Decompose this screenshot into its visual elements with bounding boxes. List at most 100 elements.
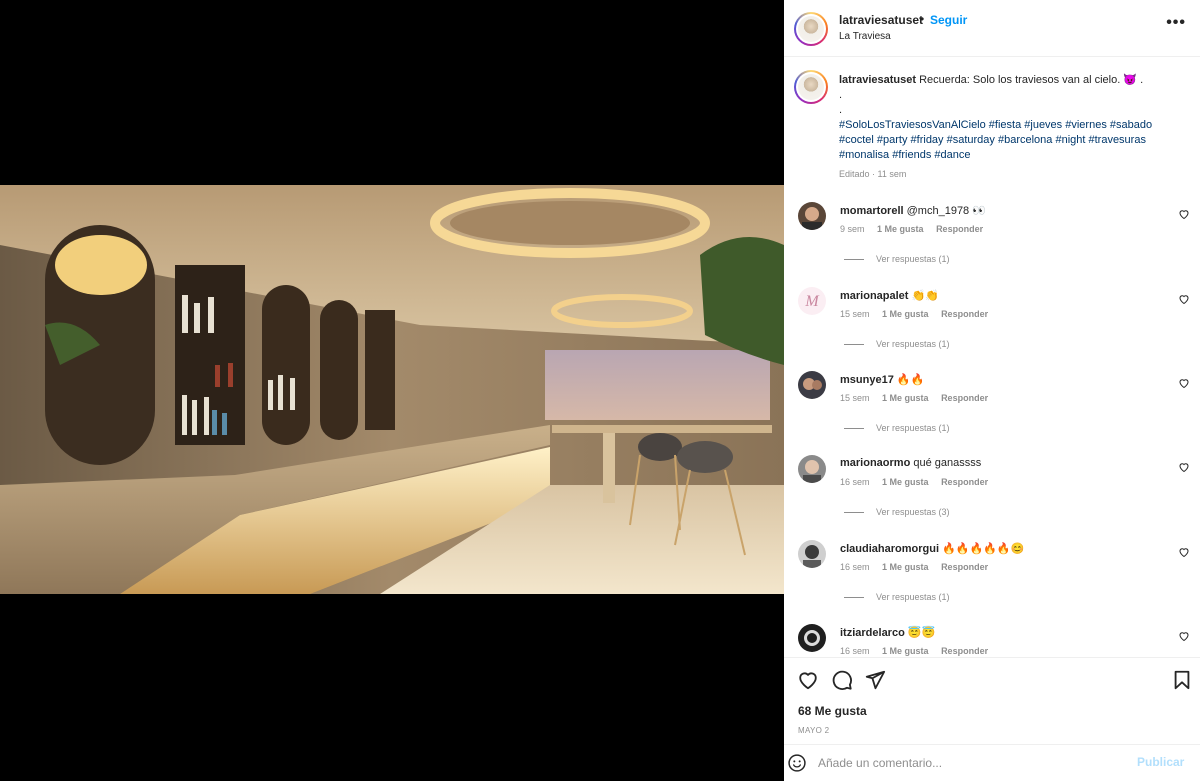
like-heart-icon[interactable] <box>797 669 819 691</box>
caption-dot-2: . <box>839 104 843 116</box>
view-replies-link[interactable]: Ver respuestas (1) <box>844 592 950 602</box>
comment-avatar[interactable] <box>798 455 826 483</box>
comment-text: claudiaharomorgui 🔥🔥🔥🔥🔥😊 <box>840 542 1024 555</box>
comment-time: 9 sem <box>840 224 865 234</box>
comment-input[interactable] <box>818 754 1118 772</box>
comment-text: msunye17 🔥🔥 <box>840 373 924 386</box>
comment-like-heart-icon[interactable] <box>1178 293 1190 305</box>
view-replies-label: Ver respuestas (1) <box>876 423 950 433</box>
reply-button[interactable]: Responder <box>941 646 988 656</box>
svg-text:M: M <box>804 293 820 310</box>
comment-body: qué ganassss <box>913 457 982 469</box>
location-link[interactable]: La Traviesa <box>839 31 891 42</box>
comment-username[interactable]: msunye17 <box>840 374 894 386</box>
comment-avatar[interactable] <box>798 540 826 568</box>
comment-meta: 15 sem 1 Me gusta Responder <box>840 393 998 403</box>
post-date: MAYO 2 <box>798 726 830 735</box>
comment-likes[interactable]: 1 Me gusta <box>882 393 929 403</box>
comment-bubble-icon[interactable] <box>831 669 853 691</box>
likes-count[interactable]: 68 Me gusta <box>798 704 867 718</box>
reply-button[interactable]: Responder <box>936 224 983 234</box>
add-comment-bar: Publicar <box>784 744 1200 781</box>
comment-like-heart-icon[interactable] <box>1178 377 1190 389</box>
comment: itziardelarco 😇😇 16 sem 1 Me gusta Respo… <box>784 624 1200 656</box>
comment-body: 🔥🔥🔥🔥🔥😊 <box>942 543 1025 555</box>
comment-avatar[interactable]: M <box>798 287 826 315</box>
comment-username[interactable]: marionaormo <box>840 457 910 469</box>
comment-likes[interactable]: 1 Me gusta <box>877 224 924 234</box>
more-options-icon[interactable]: ••• <box>1166 14 1186 32</box>
view-replies-link[interactable]: Ver respuestas (1) <box>844 254 950 264</box>
comment: M marionapalet 👏👏 15 sem 1 Me gusta Resp… <box>784 287 1200 371</box>
author-avatar[interactable] <box>794 12 828 46</box>
save-bookmark-icon[interactable] <box>1171 669 1193 691</box>
comment-meta: 16 sem 1 Me gusta Responder <box>840 477 998 487</box>
comment: claudiaharomorgui 🔥🔥🔥🔥🔥😊 16 sem 1 Me gus… <box>784 540 1200 624</box>
caption-body: latraviesatuset Recuerda: Solo los travi… <box>839 73 1194 182</box>
comment-text: marionapalet 👏👏 <box>840 289 939 302</box>
author-username[interactable]: latraviesatuset <box>839 13 923 27</box>
comment-text: momartorell @mch_1978 👀 <box>840 204 986 217</box>
comment-time: 16 sem <box>840 562 870 572</box>
comment-text: marionaormo qué ganassss <box>840 457 981 469</box>
view-replies-label: Ver respuestas (1) <box>876 254 950 264</box>
reply-button[interactable]: Responder <box>941 477 988 487</box>
comment-avatar[interactable] <box>798 202 826 230</box>
hashtags-line-1[interactable]: #SoloLosTraviesosVanAlCielo #fiesta #jue… <box>839 118 1194 133</box>
view-replies-label: Ver respuestas (3) <box>876 507 950 517</box>
emoji-icon[interactable] <box>787 753 807 773</box>
caption-meta: Editado · 11 sem <box>839 169 907 179</box>
comment-avatar[interactable] <box>798 624 826 652</box>
post-panel: latraviesatuset • Seguir La Traviesa •••… <box>784 0 1200 781</box>
post-actions: 68 Me gusta MAYO 2 <box>784 657 1200 744</box>
view-replies-link[interactable]: Ver respuestas (1) <box>844 423 950 433</box>
comment-username[interactable]: itziardelarco <box>840 627 905 639</box>
publish-button[interactable]: Publicar <box>1137 755 1184 769</box>
view-replies-label: Ver respuestas (1) <box>876 339 950 349</box>
comment: msunye17 🔥🔥 15 sem 1 Me gusta Responder … <box>784 371 1200 455</box>
separator-dot: • <box>920 12 925 26</box>
share-send-icon[interactable] <box>864 669 886 691</box>
comment-username[interactable]: marionapalet <box>840 290 908 302</box>
hashtags-line-2[interactable]: #coctel #party #friday #saturday #barcel… <box>839 133 1194 148</box>
caption-avatar[interactable] <box>794 70 828 104</box>
comment-likes[interactable]: 1 Me gusta <box>882 562 929 572</box>
view-replies-link[interactable]: Ver respuestas (3) <box>844 507 950 517</box>
caption-username[interactable]: latraviesatuset <box>839 74 916 86</box>
comment-username[interactable]: momartorell <box>840 205 904 217</box>
view-replies-link[interactable]: Ver respuestas (1) <box>844 339 950 349</box>
comment-like-heart-icon[interactable] <box>1178 208 1190 220</box>
comment-likes[interactable]: 1 Me gusta <box>882 646 929 656</box>
hashtags-line-3[interactable]: #monalisa #friends #dance <box>839 148 1194 163</box>
comment-like-heart-icon[interactable] <box>1178 461 1190 473</box>
comment-body: 😇😇 <box>907 627 936 639</box>
caption-text: Recuerda: Solo los traviesos van al ciel… <box>919 74 1144 86</box>
comment-body: 🔥🔥 <box>896 374 925 386</box>
comment: momartorell @mch_1978 👀 9 sem 1 Me gusta… <box>784 202 1200 286</box>
comment: marionaormo qué ganassss 16 sem 1 Me gus… <box>784 455 1200 539</box>
post-photo[interactable] <box>0 185 784 594</box>
comment-meta: 16 sem 1 Me gusta Responder <box>840 646 998 656</box>
comment-body: @mch_1978 👀 <box>906 205 986 217</box>
follow-button[interactable]: Seguir <box>930 13 967 27</box>
comment-meta: 9 sem 1 Me gusta Responder <box>840 224 993 234</box>
comments-scroll-area[interactable]: latraviesatuset Recuerda: Solo los travi… <box>784 58 1200 656</box>
comment-time: 16 sem <box>840 646 870 656</box>
comment-meta: 16 sem 1 Me gusta Responder <box>840 562 998 572</box>
bar-interior-photo <box>0 185 784 594</box>
view-replies-label: Ver respuestas (1) <box>876 592 950 602</box>
reply-button[interactable]: Responder <box>941 562 988 572</box>
comment-like-heart-icon[interactable] <box>1178 546 1190 558</box>
comment-likes[interactable]: 1 Me gusta <box>882 309 929 319</box>
comment-like-heart-icon[interactable] <box>1178 630 1190 642</box>
comment-likes[interactable]: 1 Me gusta <box>882 477 929 487</box>
comment-time: 15 sem <box>840 309 870 319</box>
post-header: latraviesatuset • Seguir La Traviesa ••• <box>784 0 1200 57</box>
reply-button[interactable]: Responder <box>941 309 988 319</box>
comment-avatar[interactable] <box>798 371 826 399</box>
comment-meta: 15 sem 1 Me gusta Responder <box>840 309 998 319</box>
comment-username[interactable]: claudiaharomorgui <box>840 543 939 555</box>
photo-stage <box>0 0 784 781</box>
caption-dot-1: . <box>839 89 843 101</box>
reply-button[interactable]: Responder <box>941 393 988 403</box>
